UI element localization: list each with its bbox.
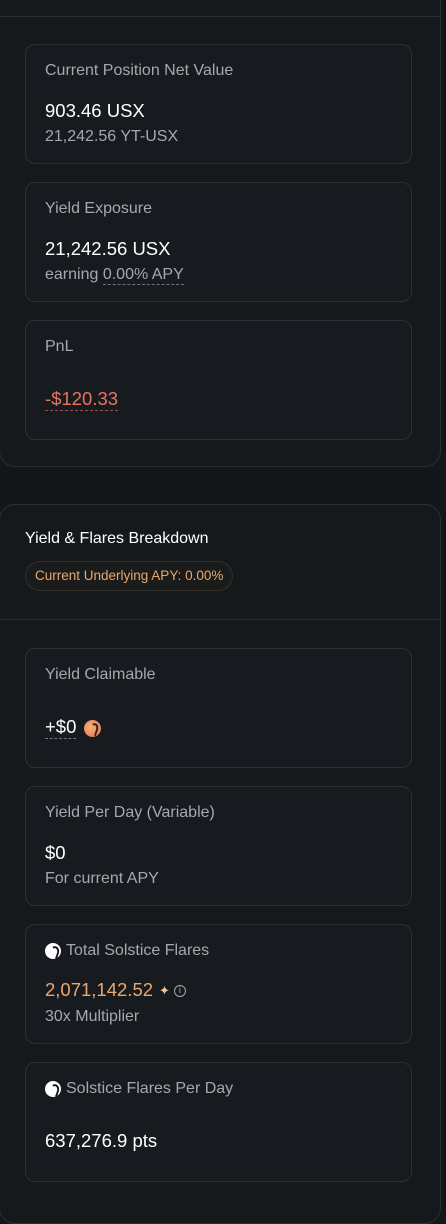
earning-apy-tooltip[interactable]: 0.00% APY [102, 266, 184, 285]
flares-per-day-header: Solstice Flares Per Day [45, 1080, 233, 1098]
net-value-amount: 903.46 USX [45, 100, 145, 121]
pnl-amount-tooltip[interactable]: -$120.33 [45, 388, 119, 411]
yield-claimable-value: +$0 [45, 716, 102, 739]
total-flares-header: Total Solstice Flares [45, 942, 209, 960]
flares-per-day-amount: 637,276.9 pts [45, 1130, 158, 1151]
total-flares-amount: 2,071,142.52 [45, 979, 154, 1000]
flares-per-day-label: Solstice Flares Per Day [66, 1080, 234, 1097]
panel-divider [0, 16, 440, 17]
yield-per-day-label: Yield Per Day (Variable) [45, 804, 215, 821]
flare-icon [45, 943, 61, 959]
info-icon[interactable]: i [173, 985, 186, 998]
flare-icon [45, 1081, 61, 1097]
sparkle-icon: ✦ [159, 983, 170, 999]
yield-per-day-note: For current APY [45, 870, 159, 887]
flares-multiplier: 30x Multiplier [45, 1008, 140, 1025]
yield-per-day-amount: $0 [45, 842, 66, 863]
yield-claimable-label: Yield Claimable [45, 666, 156, 683]
breakdown-title: Yield & Flares Breakdown [25, 530, 209, 547]
yield-per-day-card: Yield Per Day (Variable) $0 For current … [25, 786, 412, 906]
total-flares-card: Total Solstice Flares 2,071,142.52 ✦ i 30x… [25, 924, 412, 1044]
underlying-apy-badge: Current Underlying APY: 0.00% [25, 561, 234, 591]
total-flares-label: Total Solstice Flares [66, 942, 210, 959]
earning-prefix: earning [45, 266, 103, 283]
net-value-card: Current Position Net Value 903.46 USX 21… [25, 44, 412, 164]
flares-per-day-card: Solstice Flares Per Day 637,276.9 pts [25, 1062, 412, 1182]
yield-breakdown-panel: Yield & Flares Breakdown Current Underly… [0, 504, 441, 1224]
flare-badge-icon [84, 719, 102, 737]
panel-divider [0, 619, 440, 620]
position-panel: Current Position Net Value 903.46 USX 21… [0, 0, 441, 467]
yield-exposure-amount: 21,242.56 USX [45, 238, 171, 259]
yield-claimable-card: Yield Claimable +$0 [25, 648, 412, 768]
yield-claimable-amount[interactable]: +$0 [45, 716, 77, 739]
yield-exposure-label: Yield Exposure [45, 200, 153, 217]
net-value-label: Current Position Net Value [45, 62, 234, 79]
yield-exposure-earning: earning 0.00% APY [45, 266, 184, 285]
yield-exposure-card: Yield Exposure 21,242.56 USX earning 0.0… [25, 182, 412, 302]
net-value-yt-amount: 21,242.56 YT-USX [45, 128, 179, 145]
total-flares-value: 2,071,142.52 ✦ i [45, 979, 186, 1001]
pnl-value: -$120.33 [45, 388, 119, 411]
pnl-label: PnL [45, 338, 74, 355]
pnl-card: PnL -$120.33 [25, 320, 412, 440]
